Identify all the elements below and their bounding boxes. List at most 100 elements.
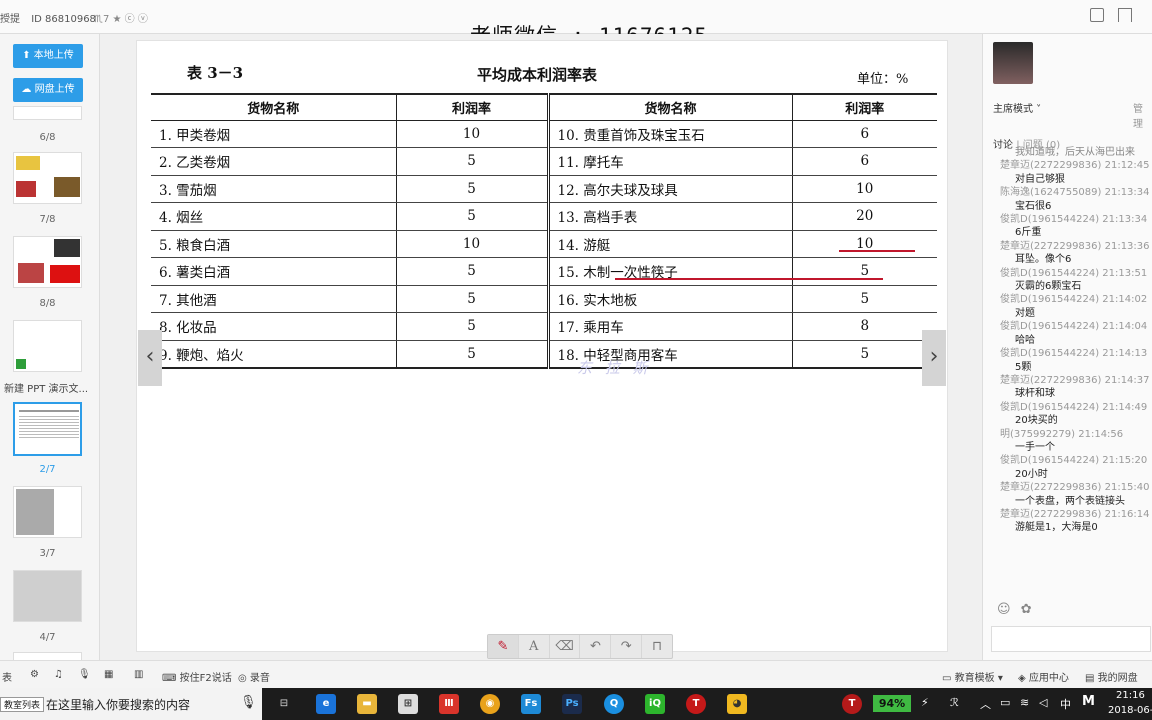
emoji-icon[interactable]: ☺ [997, 602, 1011, 617]
profit-rate: 6 [791, 120, 937, 148]
goods-name: 5. 粮食白酒 [151, 230, 396, 258]
cloud-upload-button[interactable]: ☁ 网盘上传 [13, 78, 83, 102]
tray-app-icon[interactable]: T [842, 694, 862, 714]
slide-label: 7/8 [39, 214, 56, 225]
profit-rate: 5 [791, 340, 937, 369]
chat-tools: ☺ ✿ [997, 602, 1032, 617]
slide-thumbnail[interactable] [13, 570, 82, 622]
lock-icon[interactable]: ⊓ [642, 635, 672, 658]
goods-name: 6. 薯类白酒 [151, 257, 396, 286]
goods-name: 12. 高尔夫球及球具 [546, 175, 792, 203]
store-icon[interactable]: ⊞ [398, 694, 418, 714]
redo-icon[interactable]: ↷ [611, 635, 643, 658]
pen-icon[interactable]: ✎ [488, 635, 519, 658]
top-bar: 授提 ID 86810968 ♏7 ★ ⓒ ⓥ 老师微信 : 11676125 [0, 0, 1152, 48]
profit-rate: 5 [395, 312, 548, 341]
network-icon[interactable]: ▭ [1000, 696, 1010, 709]
ime-mode-icon[interactable]: M [1082, 694, 1095, 709]
wifi-icon[interactable]: ≋ [1020, 696, 1029, 709]
chat-message: 俊凯D(1961544224) 21:15:20 20小时 [1000, 455, 1148, 480]
chat-messages: 我知道哦，后天从海巴出来 楚章迈(2272299836) 21:12:45 对自己… [993, 146, 1151, 598]
prev-slide-button[interactable]: ‹ [138, 330, 162, 386]
tray-expand-icon[interactable]: ︿ [980, 696, 991, 712]
undo-icon[interactable]: ↶ [580, 635, 612, 658]
red-circle-app-icon[interactable]: T [686, 694, 706, 714]
goods-name: 8. 化妆品 [151, 312, 396, 341]
goods-name: 11. 摩托车 [546, 147, 792, 176]
status-left-label: 表 [2, 673, 12, 684]
goods-name: 10. 贵重首饰及珠宝玉石 [546, 120, 792, 148]
app-red-icon[interactable]: Ⅲ [439, 694, 459, 714]
speaker-icon[interactable]: ♫ [54, 669, 63, 680]
room-prefix: 授提 [0, 14, 20, 25]
volume-icon[interactable]: ◁ [1039, 696, 1047, 709]
qq-browser-icon[interactable]: Q [604, 694, 624, 714]
cloud-icon: ☁ [21, 84, 35, 95]
power-icon[interactable]: ⚡ [921, 696, 929, 709]
column-header: 货物名称 [151, 93, 396, 121]
column-header: 利润率 [791, 93, 937, 121]
edge-icon[interactable]: e [316, 694, 336, 714]
eraser-icon[interactable]: ⌫ [550, 635, 581, 658]
profit-rate: 8 [791, 312, 937, 341]
screen-icon[interactable]: ▥ [134, 669, 143, 680]
clock-date[interactable]: 2018-06- [1108, 705, 1152, 716]
chat-message: 楚章迈(2272299836) 21:16:14 游艇是1，大海是0 [1000, 508, 1150, 534]
profit-rate: 5 [395, 285, 548, 313]
chrome-icon[interactable]: ◉ [480, 694, 500, 714]
record-button[interactable]: ◎ 录音 [238, 669, 270, 684]
slide-thumbnail[interactable] [13, 320, 82, 372]
battery-indicator[interactable]: 94% [873, 695, 911, 712]
slide-thumbnail-selected[interactable] [13, 402, 82, 456]
hold-f2-button[interactable]: ⌨ 按住F2说话 [162, 669, 232, 684]
cloud-drive-icon: ▤ [1085, 673, 1098, 684]
microphone-icon[interactable]: 🎙 [240, 695, 257, 710]
classroom-app-icon[interactable]: ◕ [727, 694, 747, 714]
people-icon[interactable]: ℛ [950, 696, 959, 709]
home-icon[interactable] [1118, 8, 1132, 22]
text-icon[interactable]: A [519, 635, 550, 658]
clock-time[interactable]: 21:16 [1116, 690, 1145, 701]
app-center-button[interactable]: ◈ 应用中心 [1018, 669, 1069, 684]
table-row: 5. 粮食白酒 10 14. 游艇 10 [151, 230, 937, 258]
iqiyi-icon[interactable]: iQ [645, 694, 665, 714]
chat-message: 楚章迈(2272299836) 21:12:45 对自己够狠 [1000, 160, 1150, 185]
host-mode-dropdown[interactable]: 主席模式 ˅ [993, 100, 1041, 115]
slide-thumbnail[interactable] [13, 152, 82, 204]
edu-template-menu[interactable]: ▭ 教育模板 ▾ [942, 669, 1003, 684]
slide-thumbnail[interactable] [13, 652, 82, 660]
fs-icon[interactable]: Fs [521, 694, 541, 714]
flower-icon[interactable]: ✿ [1021, 602, 1032, 617]
microphone-icon[interactable]: 🎙 [78, 669, 91, 680]
tooltip: 教室列表 [0, 697, 45, 712]
table-number: 表 3－3 [187, 64, 244, 82]
file-explorer-icon[interactable]: ▬ [357, 694, 377, 714]
search-input[interactable]: 在这里输入你要搜索的内容 [46, 696, 190, 713]
chat-input[interactable] [991, 626, 1151, 652]
slide-thumbnail[interactable] [13, 106, 82, 120]
profit-rate: 5 [395, 202, 548, 231]
next-slide-button[interactable]: › [922, 330, 946, 386]
slide-thumbnail[interactable] [13, 236, 82, 288]
manage-button[interactable]: 管理 [1133, 100, 1152, 130]
slide-thumbnail[interactable] [13, 486, 82, 538]
camera-icon[interactable]: ▦ [104, 669, 113, 680]
chat-message: 楚章迈(2272299836) 21:15:40 一个表盘，两个表链接头 [1000, 482, 1150, 507]
goods-name: 15. 木制一次性筷子 [546, 257, 792, 286]
taskbar-search[interactable]: 在这里输入你要搜索的内容 教室列表 🎙 [0, 688, 262, 720]
my-cloud-button[interactable]: ▤ 我的网盘 [1085, 669, 1138, 684]
goods-name: 9. 鞭炮、焰火 [151, 340, 396, 369]
chat-message: 俊凯D(1961544224) 21:14:04 哈哈 [1000, 321, 1148, 346]
ime-indicator[interactable]: 中 [1060, 696, 1071, 712]
settings-icon[interactable]: ⚙ [30, 669, 39, 680]
window-layout-icon[interactable] [1090, 8, 1104, 22]
profit-rate: 6 [791, 147, 937, 176]
profit-rate: 10 [791, 175, 937, 203]
photoshop-icon[interactable]: Ps [562, 694, 582, 714]
table-row: 3. 雪茄烟 5 12. 高尔夫球及球具 10 [151, 175, 937, 203]
slide-page: 表 3－3 平均成本利润率表 单位：% 货物名称 利润率 货物名称 利润率 1.… [136, 40, 948, 659]
main-canvas: 表 3－3 平均成本利润率表 单位：% 货物名称 利润率 货物名称 利润率 1.… [100, 34, 982, 660]
local-upload-button[interactable]: ⬆ 本地上传 [13, 44, 83, 68]
column-header: 利润率 [395, 93, 548, 121]
task-view-icon[interactable]: ⊟ [274, 694, 294, 714]
